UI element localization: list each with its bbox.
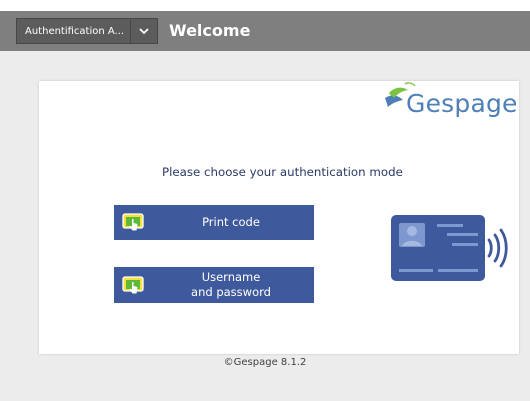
page-title: Welcome [169,21,251,40]
chevron-down-icon[interactable] [130,19,157,43]
username-label-line: Username [201,270,261,284]
footer-version: ©Gespage 8.1.2 [223,357,307,368]
username-password-button-label: Username and password [148,270,314,300]
touch-screen-icon [122,276,144,294]
username-password-button[interactable]: Username and password [114,267,314,303]
auth-mode-select-value: Authentification A... [25,25,125,37]
gespage-welcome-screen: Authentification A... Welcome Gespage Pl… [0,0,530,401]
authentication-prompt: Please choose your authentication mode [162,165,403,179]
wireless-signal-icon [487,228,508,268]
top-margin [0,0,530,11]
auth-mode-select[interactable]: Authentification A... [16,18,158,44]
touch-screen-icon [122,213,144,231]
print-code-button-label: Print code [202,215,260,229]
print-code-button[interactable]: Print code [114,205,314,240]
password-label-line: and password [191,285,271,299]
logo-wordmark: Gespage [406,89,518,118]
id-card-icon [391,215,508,281]
